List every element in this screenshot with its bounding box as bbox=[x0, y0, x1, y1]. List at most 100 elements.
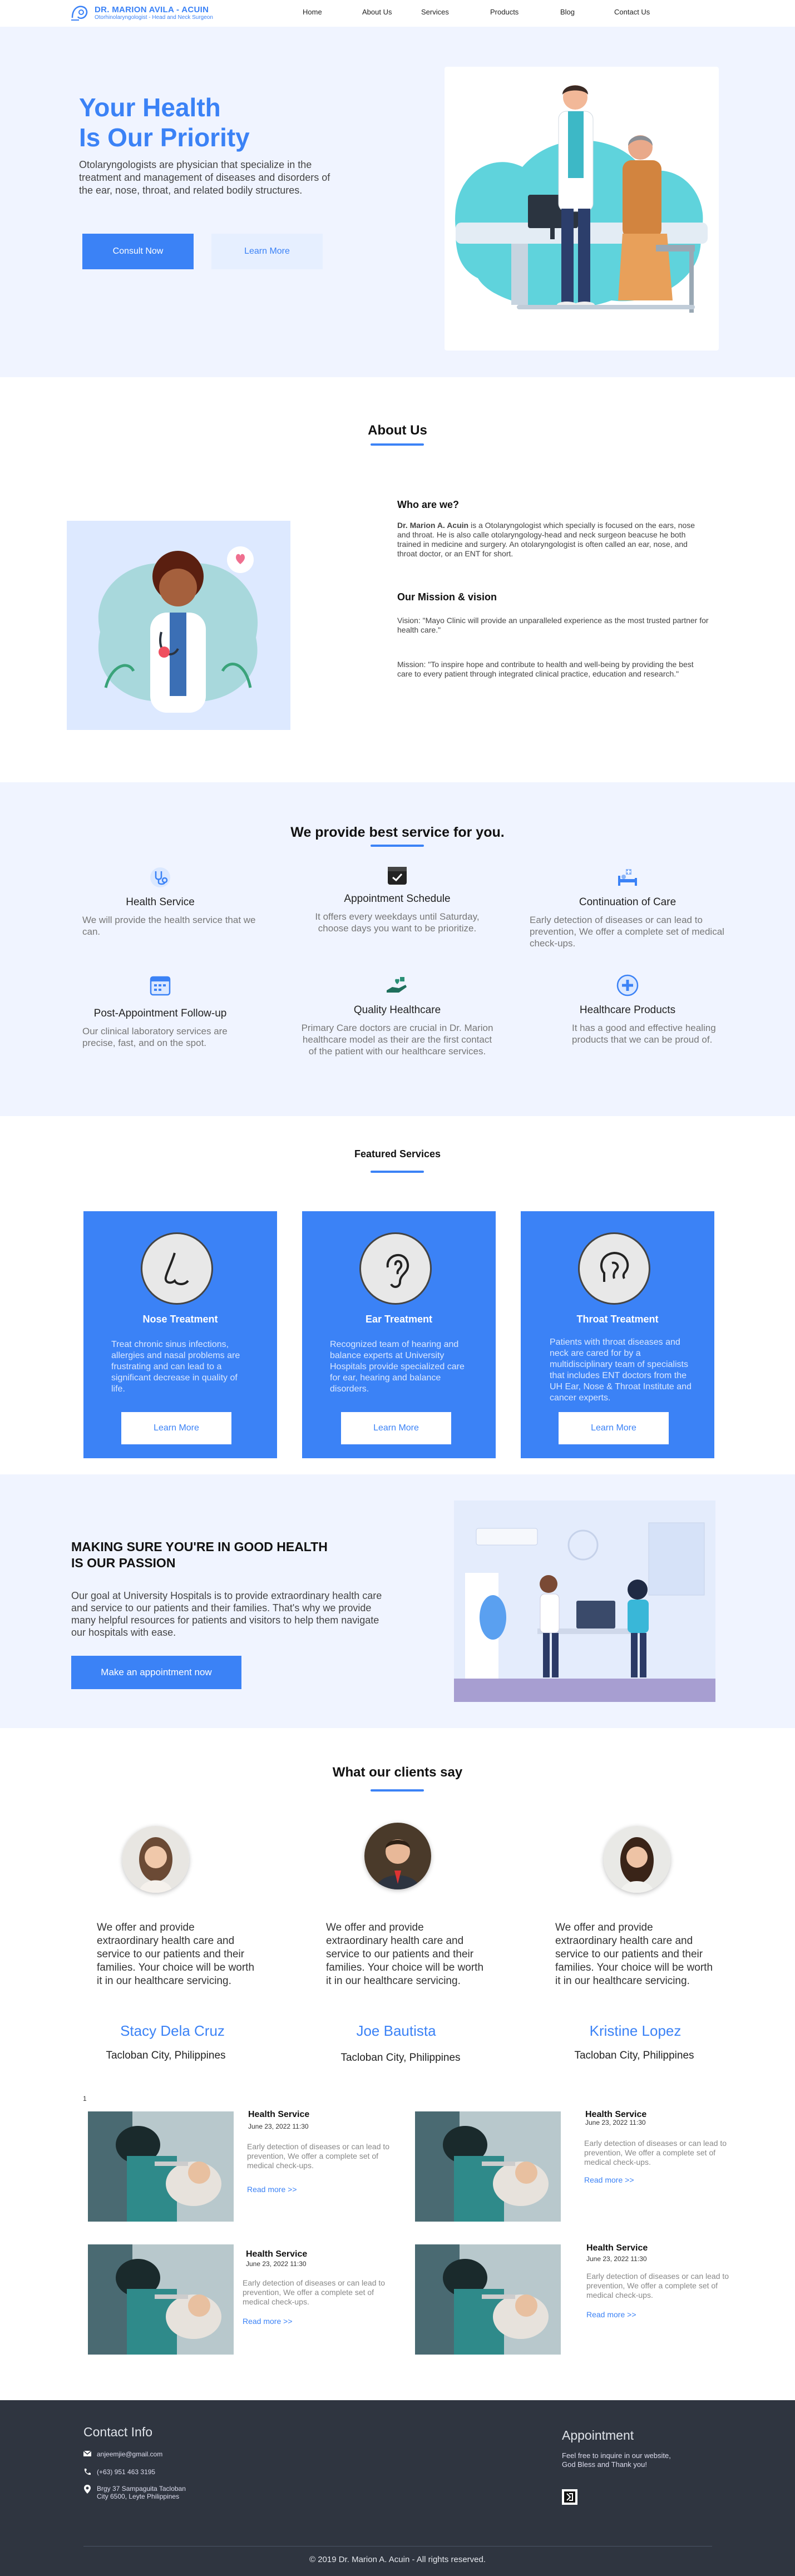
blog-read-more-link[interactable]: Read more >> bbox=[247, 2185, 297, 2194]
service-title: Post-Appointment Follow-up bbox=[93, 1008, 227, 1019]
client-name: Kristine Lopez bbox=[589, 2022, 682, 2039]
throat-icon bbox=[578, 1232, 650, 1305]
nav-about-us[interactable]: About Us bbox=[362, 8, 392, 16]
nav-home[interactable]: Home bbox=[303, 8, 322, 16]
service-description: Early detection of diseases or can lead … bbox=[530, 915, 724, 949]
site-logo[interactable]: DR. MARION AVILA - ACUIN Otorhinolaryngo… bbox=[70, 3, 213, 22]
service-description: We will provide the health service that … bbox=[82, 915, 256, 937]
card-title: Throat Treatment bbox=[576, 1314, 659, 1325]
ear-treatment-card: Ear Treatment Recognized team of hearing… bbox=[302, 1211, 496, 1458]
service-quality[interactable]: Quality Healthcare Primary Care doctors … bbox=[297, 973, 497, 1057]
hero-title-line1: Your Health bbox=[79, 93, 221, 122]
services-title-underline bbox=[371, 845, 424, 847]
blog-read-more-link[interactable]: Read more >> bbox=[584, 2175, 634, 2184]
medical-cross-icon bbox=[616, 974, 639, 996]
logo-subtitle: Otorhinolaryngologist - Head and Neck Su… bbox=[95, 14, 213, 21]
blog-post-description: Early detection of diseases or can lead … bbox=[584, 2139, 727, 2167]
stethoscope-icon bbox=[150, 867, 170, 887]
service-followup[interactable]: Post-Appointment Follow-up Our clinical … bbox=[60, 973, 260, 1049]
service-title: Continuation of Care bbox=[579, 896, 677, 908]
service-description: It offers every weekdays until Saturday,… bbox=[315, 911, 480, 934]
hero-title: Your Health Is Our Priority bbox=[79, 92, 368, 152]
throat-learn-more-button[interactable]: Learn More bbox=[559, 1412, 669, 1444]
service-health[interactable]: Health Service We will provide the healt… bbox=[60, 865, 260, 937]
calendar-icon bbox=[150, 976, 171, 996]
hospital-bed-icon bbox=[618, 869, 637, 886]
dental-photo bbox=[415, 2111, 561, 2222]
footer-email[interactable]: anjeemjie@gmail.com bbox=[83, 2450, 162, 2458]
envelope-icon bbox=[83, 2450, 91, 2456]
service-products[interactable]: Healthcare Products It has a good and ef… bbox=[527, 973, 728, 1045]
contact-info-title: Contact Info bbox=[83, 2425, 153, 2439]
blog-post-description: Early detection of diseases or can lead … bbox=[586, 2272, 729, 2299]
card-description: Treat chronic sinus infections, allergie… bbox=[111, 1340, 240, 1394]
services-section: We provide best service for you. Health … bbox=[0, 782, 795, 1116]
blog-read-more-link[interactable]: Read more >> bbox=[586, 2310, 636, 2319]
nav-services[interactable]: Services bbox=[421, 8, 449, 16]
service-appointment[interactable]: Appointment Schedule It offers every wee… bbox=[297, 862, 497, 934]
blog-post-date: June 23, 2022 11:30 bbox=[585, 2119, 646, 2126]
service-title: Quality Healthcare bbox=[353, 1004, 441, 1016]
doctor-illustration bbox=[67, 521, 290, 730]
hero-section: Your Health Is Our Priority Otolaryngolo… bbox=[0, 27, 795, 377]
who-are-we-heading: Who are we? bbox=[397, 499, 460, 510]
hero-title-line2: Is Our Priority bbox=[79, 123, 250, 152]
mission-text: Mission: "To inspire hope and contribute… bbox=[397, 660, 694, 678]
card-description: Recognized team of hearing and balance e… bbox=[330, 1340, 465, 1394]
dental-photo bbox=[88, 2244, 234, 2355]
appointment-text: Feel free to inquire in our website, God… bbox=[562, 2451, 671, 2469]
blog-post-description: Early detection of diseases or can lead … bbox=[243, 2278, 386, 2306]
learn-more-button[interactable]: Learn More bbox=[211, 234, 323, 269]
service-title: Health Service bbox=[126, 896, 195, 908]
passion-title-line2: IS OUR PASSION bbox=[71, 1556, 176, 1570]
client-photo-kristine bbox=[604, 1826, 670, 1893]
blog-read-more-link[interactable]: Read more >> bbox=[243, 2317, 293, 2326]
nose-learn-more-button[interactable]: Learn More bbox=[121, 1412, 231, 1444]
blog-post-date: June 23, 2022 11:30 bbox=[246, 2260, 307, 2268]
client-location: Tacloban City, Philippines bbox=[340, 2052, 461, 2064]
email-text: anjeemjie@gmail.com bbox=[97, 2450, 163, 2458]
nav-contact-us[interactable]: Contact Us bbox=[614, 8, 650, 16]
testimonial-text: We offer and provide extraordinary healt… bbox=[555, 1922, 713, 1987]
card-title: Ear Treatment bbox=[365, 1314, 433, 1325]
testimonial-text: We offer and provide extraordinary healt… bbox=[326, 1922, 484, 1987]
appointment-text-line1: Feel free to inquire in our website, bbox=[562, 2451, 671, 2460]
hero-description: Otolaryngologists are physician that spe… bbox=[79, 159, 330, 196]
vision-text: Vision: "Mayo Clinic will provide an unp… bbox=[397, 616, 709, 634]
hand-heart-icon bbox=[387, 977, 407, 993]
who-are-we-text: Dr. Marion A. Acuin is a Otolaryngologis… bbox=[397, 521, 709, 559]
nav-blog[interactable]: Blog bbox=[560, 8, 575, 16]
passion-text: Our goal at University Hospitals is to p… bbox=[71, 1590, 382, 1638]
client-photo-joe bbox=[364, 1823, 431, 1889]
address-line2: City 6500, Leyte Philippines bbox=[97, 2493, 180, 2500]
make-appointment-button[interactable]: Make an appointment now bbox=[71, 1656, 241, 1689]
consultation-illustration bbox=[454, 1501, 715, 1702]
card-description: Patients with throat diseases and neck a… bbox=[550, 1338, 692, 1403]
service-title: Appointment Schedule bbox=[344, 893, 451, 905]
doctor-patient-illustration bbox=[445, 67, 719, 351]
nose-treatment-card: Nose Treatment Treat chronic sinus infec… bbox=[83, 1211, 277, 1458]
service-continuation[interactable]: Continuation of Care Early detection of … bbox=[527, 865, 728, 949]
calendar-check-icon bbox=[388, 867, 407, 885]
dental-photo bbox=[88, 2111, 234, 2222]
phone-icon bbox=[84, 2469, 91, 2475]
testimonial-text: We offer and provide extraordinary healt… bbox=[97, 1922, 255, 1987]
ear-learn-more-button[interactable]: Learn More bbox=[341, 1412, 451, 1444]
appointment-text-line2: God Bless and Thank you! bbox=[562, 2460, 647, 2469]
passion-title-line1: MAKING SURE YOU'RE IN GOOD HEALTH bbox=[71, 1539, 328, 1554]
dental-photo bbox=[415, 2244, 561, 2355]
footer-phone[interactable]: (+63) 951 463 3195 bbox=[83, 2468, 155, 2476]
passion-title: MAKING SURE YOU'RE IN GOOD HEALTH IS OUR… bbox=[71, 1539, 328, 1571]
blog-post-title: Health Service bbox=[586, 2243, 648, 2253]
consult-now-button[interactable]: Consult Now bbox=[82, 234, 194, 269]
testimonials-title-underline bbox=[371, 1789, 424, 1792]
blog-marker: 1 bbox=[83, 2095, 87, 2103]
social-link-icon[interactable] bbox=[562, 2489, 577, 2505]
testimonials-title: What our clients say bbox=[332, 1765, 463, 1780]
copyright-text: © 2019 Dr. Marion A. Acuin - All rights … bbox=[309, 2555, 486, 2564]
nav-products[interactable]: Products bbox=[490, 8, 519, 16]
service-title: Healthcare Products bbox=[579, 1004, 676, 1016]
blog-post-date: June 23, 2022 11:30 bbox=[586, 2255, 647, 2263]
logo-name: DR. MARION AVILA - ACUIN bbox=[95, 5, 209, 14]
blog-post-date: June 23, 2022 11:30 bbox=[248, 2123, 309, 2130]
